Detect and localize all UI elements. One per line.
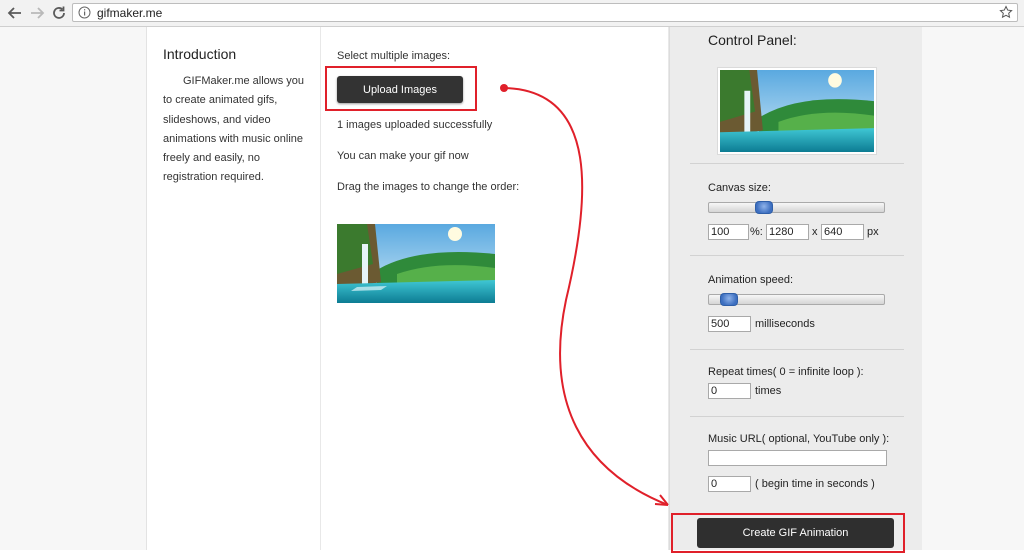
- page-background: Introduction GIFMaker.me allows you to c…: [0, 27, 1024, 550]
- preview-image: [720, 70, 874, 152]
- music-url-label: Music URL( optional, YouTube only ):: [708, 433, 890, 445]
- column-divider: [320, 27, 321, 550]
- control-panel: Control Panel: Canvas size: 100 %: 1280 …: [669, 27, 922, 550]
- canvas-width-input[interactable]: [766, 224, 809, 240]
- animation-speed-slider[interactable]: [708, 293, 885, 306]
- upload-status: 1 images uploaded successfully: [337, 119, 493, 131]
- canvas-size-slider[interactable]: [708, 201, 885, 214]
- separator: [690, 255, 904, 256]
- url-text: gifmaker.me: [97, 6, 163, 20]
- repeat-times-label: Repeat times( 0 = infinite loop ):: [708, 366, 864, 378]
- canvas-height-input[interactable]: [821, 224, 864, 240]
- canvas-size-slider-handle[interactable]: [755, 201, 773, 214]
- separator: [690, 416, 904, 417]
- canvas-percent-input[interactable]: [708, 224, 749, 240]
- separator: [690, 349, 904, 350]
- browser-toolbar: gifmaker.me: [0, 0, 1024, 27]
- intro-title: Introduction: [163, 46, 237, 62]
- drag-hint: Drag the images to change the order:: [337, 181, 520, 193]
- page-content: Introduction GIFMaker.me allows you to c…: [146, 27, 922, 550]
- separator: [690, 163, 904, 164]
- speed-unit: milliseconds: [755, 318, 815, 330]
- forward-arrow-icon[interactable]: [28, 4, 46, 22]
- info-icon[interactable]: [78, 6, 91, 19]
- animation-speed-label: Animation speed:: [708, 274, 793, 286]
- times-separator: x: [812, 226, 818, 238]
- upload-prompt: Select multiple images:: [337, 50, 451, 62]
- begin-time-unit: ( begin time in seconds ): [755, 478, 875, 490]
- animation-speed-slider-handle[interactable]: [720, 293, 738, 306]
- reload-icon[interactable]: [50, 4, 68, 22]
- uploaded-image-thumbnail[interactable]: [337, 224, 495, 303]
- percent-unit: %:: [750, 226, 763, 238]
- control-panel-title: Control Panel:: [708, 32, 797, 48]
- ready-text: You can make your gif now: [337, 150, 469, 162]
- canvas-size-label: Canvas size:: [708, 182, 771, 194]
- animation-speed-input[interactable]: [708, 316, 751, 332]
- repeat-unit: times: [755, 385, 782, 397]
- create-button-highlight: [671, 513, 905, 553]
- preview-frame: [717, 67, 877, 155]
- px-unit: px: [867, 226, 879, 238]
- music-url-input[interactable]: [708, 450, 887, 466]
- star-icon[interactable]: [999, 5, 1013, 19]
- upload-button-highlight: [325, 66, 477, 111]
- repeat-times-input[interactable]: [708, 383, 751, 399]
- address-bar[interactable]: gifmaker.me: [72, 3, 1018, 22]
- back-arrow-icon[interactable]: [6, 4, 24, 22]
- intro-text: GIFMaker.me allows you to create animate…: [163, 75, 305, 184]
- begin-time-input[interactable]: [708, 476, 751, 492]
